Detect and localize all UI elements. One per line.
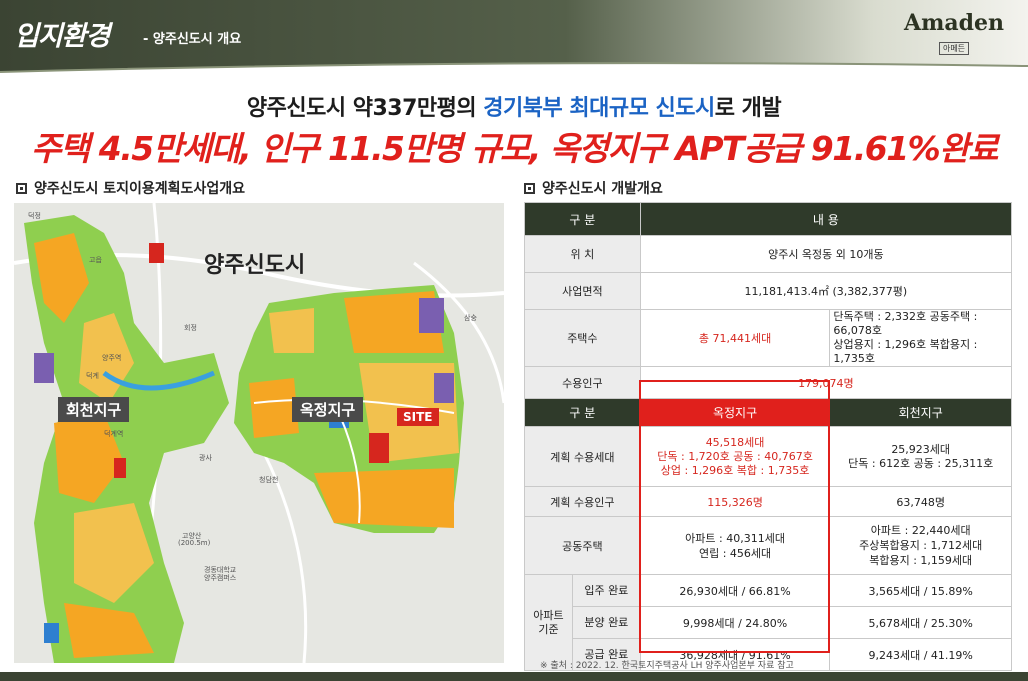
- housing-detail-line: 상업용지 : 1,296호 복합용지 : 1,735호: [833, 338, 978, 365]
- cell-line: 상업 : 1,296호 복합 : 1,735호: [660, 463, 810, 477]
- table-row: 계획 수용세대 45,518세대 단독 : 1,720호 공동 : 40,767…: [524, 426, 1012, 487]
- cell-line: 아파트 : 22,440세대: [870, 524, 971, 537]
- map-zone-label-okjeong[interactable]: 옥정지구: [292, 397, 364, 422]
- map-small-label: 삼숭: [464, 314, 477, 322]
- housing-total: 총 71,441세대: [639, 309, 831, 367]
- row-label-planned-households: 계획 수용세대: [524, 426, 641, 487]
- table-header-row: 구 분 내 용: [524, 202, 1013, 236]
- cell-line: 단독 : 1,720호 공동 : 40,767호: [657, 449, 813, 463]
- table-row: 공동주택 아파트 : 40,311세대 연립 : 456세대 아파트 : 22,…: [524, 516, 1012, 575]
- map-site-marker[interactable]: SITE: [397, 408, 439, 426]
- cell-line: 45,518세대: [705, 435, 765, 449]
- cell-line: 주상복합용지 : 1,712세대: [859, 539, 983, 552]
- section-title-map-text: 양주신도시 토지이용계획도사업개요: [34, 181, 245, 197]
- housing-detail: 단독주택 : 2,332호 공동주택 : 66,078호 상업용지 : 1,296…: [829, 309, 1012, 367]
- headline-highlight: 경기북부 최대규모 신도시: [483, 96, 715, 121]
- table-row: 위 치 양주시 옥정동 외 10개동: [524, 235, 1013, 273]
- housing-detail-line: 단독주택 : 2,332호 공동주택 : 66,078호: [833, 310, 978, 337]
- okjeong-planned-population: 115,326명: [639, 486, 831, 517]
- table-row: 사업면적 11,181,413.4㎡ (3,382,377평): [524, 272, 1013, 310]
- map-small-label: 광사: [199, 454, 212, 462]
- hoecheon-multi-housing: 아파트 : 22,440세대 주상복합용지 : 1,712세대 복합용지 : 1…: [829, 516, 1012, 575]
- source-footnote: ※ 출처 : 2022. 12. 한국토지주택공사 LH 양주사업본부 자료 참…: [540, 661, 794, 671]
- okjeong-planned-households: 45,518세대 단독 : 1,720호 공동 : 40,767호 상업 : 1…: [639, 426, 831, 487]
- headline-text-a: 양주신도시 약337만평의: [246, 96, 484, 121]
- hoecheon-planned-households: 25,923세대 단독 : 612호 공동 : 25,311호: [829, 426, 1012, 487]
- okjeong-apt-sold: 9,998세대 / 24.80%: [639, 606, 831, 639]
- row-label-planned-population: 계획 수용인구: [524, 486, 641, 517]
- row-label-multi-housing: 공동주택: [524, 516, 641, 575]
- table-row: 아파트 기준 입주 완료 26,930세대 / 66.81% 3,565세대 /…: [524, 574, 1012, 671]
- section-title-overview-text: 양주신도시 개발개요: [542, 181, 663, 197]
- map-city-label: 양주신도시: [204, 253, 306, 278]
- hoecheon-planned-population: 63,748명: [829, 486, 1012, 517]
- headline-text-b: 로 개발: [714, 96, 782, 121]
- headline-secondary: 주택 4.5만세대, 인구 11.5만명 규모, 옥정지구 APT공급 91.6…: [31, 129, 998, 168]
- land-use-map[interactable]: 양주신도시 회천지구 옥정지구 SITE 덕정 고읍 회정 덕계 광사 삼숭 고…: [14, 203, 504, 663]
- table-header-hoecheon: 회천지구: [829, 398, 1012, 427]
- table-header-cell: 구 분: [524, 398, 641, 427]
- square-bullet-icon: [524, 183, 535, 194]
- cell-line: 25,923세대: [891, 442, 951, 456]
- table-row: 수용인구 179,074명: [524, 366, 1013, 399]
- hoecheon-apt-sold: 5,678세대 / 25.30%: [829, 606, 1012, 639]
- row-value-location: 양주시 옥정동 외 10개동: [639, 235, 1013, 273]
- map-small-label: 청담천: [259, 476, 279, 484]
- row-value-population: 179,074명: [639, 366, 1013, 399]
- map-small-label: 덕정: [28, 212, 41, 220]
- row-label-apt-basis: 아파트 기준: [524, 574, 573, 671]
- row-label-location: 위 치: [524, 235, 641, 273]
- brand-logo[interactable]: Amaden 아메든: [904, 10, 1004, 55]
- map-small-label: 고읍: [89, 256, 102, 264]
- section-title-map: 양주신도시 토지이용계획도사업개요: [16, 178, 245, 198]
- row-label-apt-sold: 분양 완료: [571, 606, 641, 639]
- header-swoosh: [0, 62, 1028, 80]
- table-header-cell: 구 분: [524, 202, 641, 236]
- row-label-housing: 주택수: [524, 309, 641, 367]
- cell-line: 연립 : 456세대: [698, 546, 772, 560]
- okjeong-apt-occupied: 26,930세대 / 66.81%: [639, 574, 831, 607]
- map-small-label: 덕계역: [104, 430, 124, 438]
- map-small-label: 양주역: [102, 354, 122, 362]
- table-header-cell: 내 용: [639, 202, 1013, 236]
- map-small-label: (200.5m): [178, 539, 211, 547]
- brand-sub: 아메든: [938, 42, 970, 55]
- headline-primary: 양주신도시 약337만평의 경기북부 최대규모 신도시로 개발: [0, 90, 1028, 122]
- row-value-area: 11,181,413.4㎡ (3,382,377평): [639, 272, 1013, 310]
- square-bullet-icon: [16, 183, 27, 194]
- table-row: 계획 수용인구 115,326명 63,748명: [524, 486, 1012, 517]
- table-row: 분양 완료 9,998세대 / 24.80% 5,678세대 / 25.30%: [525, 606, 1012, 639]
- row-label-area: 사업면적: [524, 272, 641, 310]
- hoecheon-apt-supplied: 9,243세대 / 41.19%: [829, 638, 1012, 671]
- map-small-label: 덕계: [86, 372, 99, 380]
- page-title: 입지환경: [14, 21, 110, 52]
- table-header-okjeong: 옥정지구: [639, 398, 831, 427]
- header-banner: 입지환경 - 양주신도시 개요 Amaden 아메든: [0, 0, 1028, 80]
- cell-line: 단독 : 612호 공동 : 25,311호: [848, 456, 994, 470]
- cell-line: 복합용지 : 1,159세대: [869, 554, 973, 567]
- footer-bar: [0, 672, 1028, 681]
- map-zone-label-hoecheon[interactable]: 회천지구: [58, 397, 130, 422]
- cell-line: 아파트 : 40,311세대: [685, 531, 785, 545]
- map-small-label: 회정: [184, 324, 197, 332]
- district-header-row: 구 분 옥정지구 회천지구: [524, 398, 1012, 427]
- row-label-apt-occupied: 입주 완료: [571, 574, 641, 607]
- hoecheon-apt-occupied: 3,565세대 / 15.89%: [829, 574, 1012, 607]
- page-subtitle: - 양주신도시 개요: [143, 32, 242, 47]
- table-row: 주택수 총 71,441세대 단독주택 : 2,332호 공동주택 : 66,0…: [524, 309, 1012, 367]
- section-title-overview: 양주신도시 개발개요: [524, 178, 663, 198]
- row-label-population: 수용인구: [524, 366, 641, 399]
- map-small-label: 양주캠퍼스: [204, 574, 237, 582]
- brand-name: Amaden: [904, 10, 1004, 36]
- okjeong-multi-housing: 아파트 : 40,311세대 연립 : 456세대: [639, 516, 831, 575]
- development-overview-table: 구 분 내 용 위 치 양주시 옥정동 외 10개동 사업면적 11,181,4…: [524, 202, 1013, 671]
